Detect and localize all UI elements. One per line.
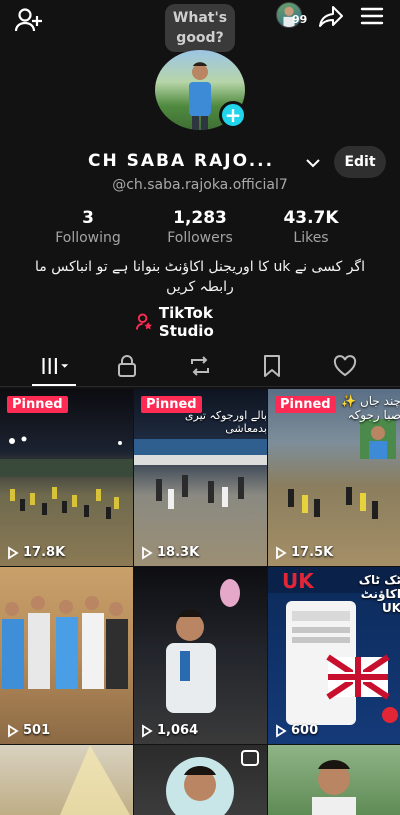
video-thumbnail[interactable]: 501	[0, 567, 133, 744]
followers-label: Followers	[167, 230, 233, 246]
tab-private[interactable]	[112, 353, 142, 379]
bright-scene-image	[60, 745, 130, 815]
view-count: 18.3K	[141, 545, 199, 560]
video-thumbnail[interactable]: Pinned چند جاں ✨ صبا رجوکہ 17.5K	[268, 389, 400, 566]
likes-stat[interactable]: 43.7K Likes	[256, 207, 366, 247]
display-name: CH SABA RAJO...	[88, 151, 275, 171]
lock-icon	[118, 355, 136, 377]
friends-count-badge: 99	[292, 13, 308, 26]
tiktok-studio-link[interactable]: TikTok Studio	[136, 304, 266, 340]
play-icon	[276, 545, 287, 560]
view-count-value: 600	[291, 723, 319, 738]
video-caption: چند جاں ✨ صبا رجوکہ	[341, 394, 400, 422]
video-thumbnail[interactable]	[268, 745, 400, 815]
video-thumbnail[interactable]	[134, 745, 267, 815]
likes-count: 43.7K	[283, 208, 339, 228]
chevron-down-icon[interactable]	[305, 155, 321, 169]
night-portrait-image	[166, 579, 240, 713]
followers-count: 1,283	[173, 208, 227, 228]
share-icon[interactable]	[317, 4, 345, 30]
heart-icon	[333, 355, 357, 377]
following-count: 3	[82, 208, 94, 228]
tab-favorites[interactable]	[257, 353, 287, 379]
following-label: Following	[55, 230, 121, 246]
video-thumbnail[interactable]: Pinned بالے اورجوکہ تیری بدمعاشی 18.3K	[134, 389, 267, 566]
edit-profile-button[interactable]: Edit	[334, 146, 386, 178]
video-thumbnail[interactable]: Pinned 17.8K	[0, 389, 133, 566]
view-count: 501	[7, 723, 50, 738]
view-count-value: 1,064	[157, 723, 199, 738]
svg-text:UK: UK	[282, 569, 315, 593]
pinned-badge: Pinned	[275, 396, 336, 413]
grid-icon	[42, 358, 69, 374]
add-story-plus-icon[interactable]: +	[219, 101, 247, 129]
play-icon	[8, 545, 19, 560]
profile-bio: اگر کسی نے uk کا اوریجنل اکاؤنٹ بنوانا ہ…	[35, 259, 365, 295]
video-thumbnail[interactable]: 1,064	[134, 567, 267, 744]
view-count-value: 501	[23, 723, 51, 738]
pinned-badge: Pinned	[7, 396, 68, 413]
video-thumbnail[interactable]	[0, 745, 133, 815]
repost-icon	[191, 356, 209, 376]
add-friend-icon[interactable]	[14, 6, 44, 34]
likes-label: Likes	[293, 230, 329, 246]
username-handle: @ch.saba.rajoka.official7	[112, 177, 288, 193]
status-bubble[interactable]: What's good?	[165, 4, 235, 59]
group-photo-image	[2, 596, 128, 689]
tab-liked[interactable]	[330, 353, 360, 379]
tiktok-studio-label: TikTok Studio	[158, 304, 214, 340]
view-count: 600	[275, 723, 318, 738]
bookmark-icon	[264, 355, 280, 377]
tab-videos[interactable]	[40, 353, 70, 379]
profile-stats: 3 Following 1,283 Followers 43.7K Likes	[0, 207, 400, 249]
view-count-value: 18.3K	[157, 545, 200, 560]
crowd-scene-image	[0, 436, 133, 519]
play-icon	[8, 723, 19, 738]
followers-stat[interactable]: 1,283 Followers	[145, 207, 255, 247]
avatar-person-image	[189, 62, 211, 130]
outdoor-portrait-image	[312, 760, 356, 815]
tab-reposts[interactable]	[185, 353, 215, 379]
view-count: 17.5K	[275, 545, 333, 560]
menu-icon[interactable]	[359, 4, 385, 28]
following-stat[interactable]: 3 Following	[33, 207, 143, 247]
view-count-value: 17.8K	[23, 545, 66, 560]
view-count: 1,064	[141, 723, 198, 738]
portrait-image	[166, 750, 259, 815]
video-caption: بالے اورجوکہ تیری بدمعاشی	[184, 409, 267, 435]
view-count: 17.8K	[7, 545, 65, 560]
active-tab-indicator	[32, 384, 76, 386]
studio-person-star-icon	[136, 313, 152, 330]
video-caption: ٹک ٹاک اکاؤنٹ UK	[358, 573, 400, 615]
video-thumbnail[interactable]: UK ٹک ٹاک اکاؤنٹ UK 600	[268, 567, 400, 744]
profile-tabs	[0, 345, 400, 387]
play-icon	[142, 545, 153, 560]
play-icon	[276, 723, 287, 738]
play-icon	[142, 723, 153, 738]
view-count-value: 17.5K	[291, 545, 334, 560]
